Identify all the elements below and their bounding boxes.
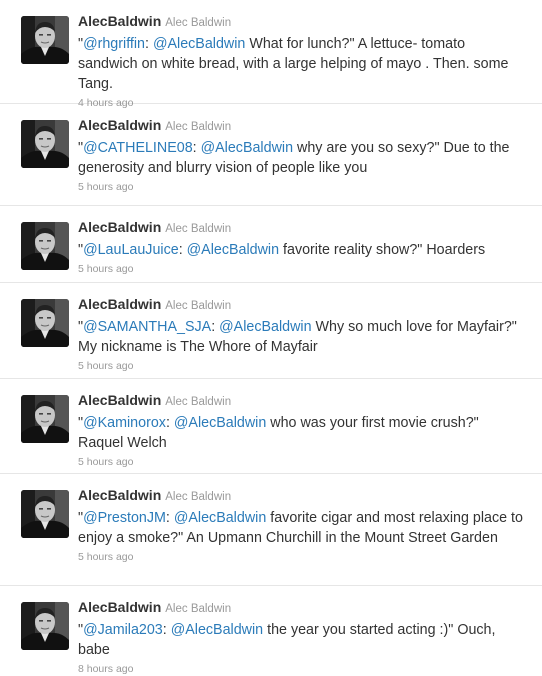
- avatar-icon[interactable]: [21, 222, 69, 270]
- tweet-content: AlecBaldwin Alec Baldwin "@CATHELINE08: @…: [78, 117, 528, 194]
- tweet: AlecBaldwin Alec Baldwin "@PrestonJM: @Al…: [0, 474, 542, 586]
- tweet-text: "@rhgriffin: @AlecBaldwin What for lunch…: [78, 34, 528, 94]
- mention-link[interactable]: @rhgriffin: [83, 36, 145, 52]
- author-name[interactable]: AlecBaldwin: [78, 219, 161, 235]
- tweet-content: AlecBaldwin Alec Baldwin "@SAMANTHA_SJA: …: [78, 296, 528, 373]
- mention-link[interactable]: @AlecBaldwin: [174, 510, 266, 526]
- tweet-text: "@CATHELINE08: @AlecBaldwin why are you …: [78, 138, 528, 178]
- tweet-content: AlecBaldwin Alec Baldwin "@PrestonJM: @Al…: [78, 487, 528, 564]
- mention-link[interactable]: @AlecBaldwin: [187, 242, 279, 258]
- tweet-text: "@SAMANTHA_SJA: @AlecBaldwin Why so much…: [78, 317, 528, 357]
- author-name[interactable]: AlecBaldwin: [78, 296, 161, 312]
- mention-link[interactable]: @Kaminorox: [83, 415, 166, 431]
- tweet: AlecBaldwin Alec Baldwin "@Jamila203: @Al…: [0, 586, 542, 676]
- tweet-text-segment: :: [165, 510, 174, 526]
- tweet-text-segment: favorite reality show?" Hoarders: [279, 242, 486, 258]
- tweet-header: AlecBaldwin Alec Baldwin: [78, 296, 528, 315]
- tweet-text-segment: :: [211, 319, 220, 335]
- author-name[interactable]: AlecBaldwin: [78, 599, 161, 615]
- author-handle: Alec Baldwin: [165, 17, 232, 29]
- avatar-icon[interactable]: [21, 395, 69, 443]
- tweet-text: "@LauLauJuice: @AlecBaldwin favorite rea…: [78, 240, 528, 260]
- mention-link[interactable]: @AlecBaldwin: [153, 36, 245, 52]
- tweet-text-segment: :: [165, 415, 174, 431]
- avatar-icon[interactable]: [21, 299, 69, 347]
- mention-link[interactable]: @AlecBaldwin: [171, 622, 263, 638]
- tweet-content: AlecBaldwin Alec Baldwin "@Kaminorox: @Al…: [78, 392, 528, 469]
- tweet-timestamp[interactable]: 5 hours ago: [78, 181, 528, 194]
- author-handle: Alec Baldwin: [165, 603, 232, 615]
- author-name[interactable]: AlecBaldwin: [78, 487, 161, 503]
- avatar-icon[interactable]: [21, 602, 69, 650]
- mention-link[interactable]: @Jamila203: [83, 622, 163, 638]
- tweet-text: "@Kaminorox: @AlecBaldwin who was your f…: [78, 413, 528, 453]
- tweet-header: AlecBaldwin Alec Baldwin: [78, 13, 528, 32]
- mention-link[interactable]: @AlecBaldwin: [174, 415, 266, 431]
- author-handle: Alec Baldwin: [165, 121, 232, 133]
- tweet: AlecBaldwin Alec Baldwin "@Kaminorox: @Al…: [0, 379, 542, 474]
- author-handle: Alec Baldwin: [165, 491, 232, 503]
- tweet-feed: AlecBaldwin Alec Baldwin "@rhgriffin: @Al…: [0, 0, 542, 676]
- tweet-timestamp[interactable]: 8 hours ago: [78, 663, 528, 676]
- tweet-text-segment: :: [145, 36, 153, 52]
- tweet-text: "@PrestonJM: @AlecBaldwin favorite cigar…: [78, 508, 528, 548]
- tweet-timestamp[interactable]: 5 hours ago: [78, 456, 528, 469]
- avatar-icon[interactable]: [21, 16, 69, 64]
- author-name[interactable]: AlecBaldwin: [78, 13, 161, 29]
- tweet-timestamp[interactable]: 5 hours ago: [78, 551, 528, 564]
- tweet-text-segment: :: [192, 140, 201, 156]
- author-name[interactable]: AlecBaldwin: [78, 117, 161, 133]
- author-handle: Alec Baldwin: [165, 300, 232, 312]
- tweet-timestamp[interactable]: 5 hours ago: [78, 263, 528, 276]
- mention-link[interactable]: @AlecBaldwin: [219, 319, 311, 335]
- tweet-header: AlecBaldwin Alec Baldwin: [78, 117, 528, 136]
- tweet: AlecBaldwin Alec Baldwin "@rhgriffin: @Al…: [0, 0, 542, 109]
- tweet-timestamp[interactable]: 5 hours ago: [78, 360, 528, 373]
- mention-link[interactable]: @LauLauJuice: [83, 242, 179, 258]
- tweet: AlecBaldwin Alec Baldwin "@LauLauJuice: @…: [0, 206, 542, 283]
- tweet: AlecBaldwin Alec Baldwin "@CATHELINE08: @…: [0, 104, 542, 206]
- mention-link[interactable]: @PrestonJM: [83, 510, 166, 526]
- author-handle: Alec Baldwin: [165, 223, 232, 235]
- mention-link[interactable]: @SAMANTHA_SJA: [83, 319, 211, 335]
- author-name[interactable]: AlecBaldwin: [78, 392, 161, 408]
- tweet: AlecBaldwin Alec Baldwin "@SAMANTHA_SJA: …: [0, 283, 542, 379]
- tweet-header: AlecBaldwin Alec Baldwin: [78, 392, 528, 411]
- tweet-header: AlecBaldwin Alec Baldwin: [78, 599, 528, 618]
- tweet-text: "@Jamila203: @AlecBaldwin the year you s…: [78, 620, 528, 660]
- author-handle: Alec Baldwin: [165, 396, 232, 408]
- tweet-text-segment: :: [162, 622, 171, 638]
- mention-link[interactable]: @AlecBaldwin: [201, 140, 293, 156]
- tweet-header: AlecBaldwin Alec Baldwin: [78, 487, 528, 506]
- tweet-content: AlecBaldwin Alec Baldwin "@rhgriffin: @Al…: [78, 13, 528, 110]
- avatar-icon[interactable]: [21, 120, 69, 168]
- tweet-content: AlecBaldwin Alec Baldwin "@LauLauJuice: @…: [78, 219, 528, 276]
- tweet-header: AlecBaldwin Alec Baldwin: [78, 219, 528, 238]
- mention-link[interactable]: @CATHELINE08: [83, 140, 193, 156]
- tweet-content: AlecBaldwin Alec Baldwin "@Jamila203: @Al…: [78, 599, 528, 676]
- avatar-icon[interactable]: [21, 490, 69, 538]
- tweet-text-segment: :: [178, 242, 187, 258]
